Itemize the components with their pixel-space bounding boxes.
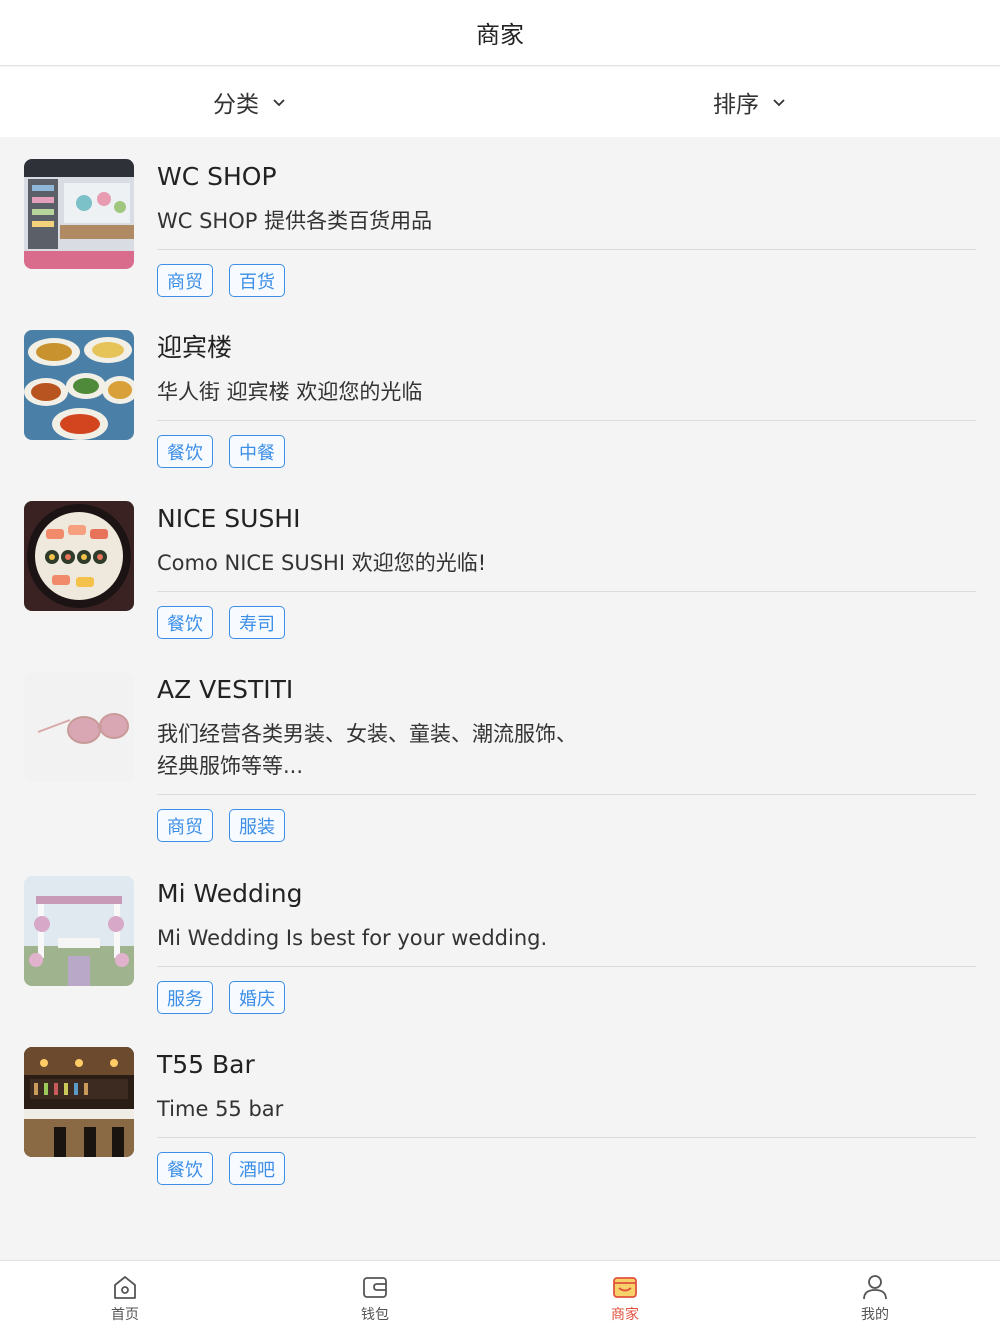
tab-home-label: 首页 — [111, 1306, 139, 1323]
chevron-down-icon — [773, 99, 785, 107]
merchant-thumbnail — [24, 672, 134, 782]
merchant-thumbnail — [24, 330, 134, 440]
divider — [157, 794, 976, 795]
bar-interior-icon — [24, 1047, 134, 1157]
merchant-item[interactable]: WC SHOP WC SHOP 提供各类百货用品 商贸 百货 — [0, 137, 1000, 308]
tag-badge: 酒吧 — [229, 1152, 285, 1185]
merchant-item[interactable]: AZ VESTITI 我们经营各类男装、女装、童装、潮流服饰、经典服饰等等...… — [0, 650, 1000, 854]
tab-profile-label: 我的 — [861, 1306, 889, 1323]
merchant-item[interactable]: Mi Wedding Mi Wedding Is best for your w… — [0, 854, 1000, 1025]
tag-badge: 寿司 — [229, 606, 285, 639]
tag-badge: 商贸 — [157, 264, 213, 297]
sunglasses-icon — [24, 672, 134, 782]
tag-badge: 餐饮 — [157, 1152, 213, 1185]
divider — [157, 1137, 976, 1138]
chinese-dishes-icon — [24, 330, 134, 440]
merchant-info: WC SHOP WC SHOP 提供各类百货用品 商贸 百货 — [157, 159, 976, 297]
merchant-info: 迎宾楼 华人街 迎宾楼 欢迎您的光临 餐饮 中餐 — [157, 330, 976, 468]
home-icon — [114, 1275, 136, 1299]
bottom-tab-bar: 首页 钱包 商家 我的 — [0, 1260, 1000, 1334]
merchant-name: NICE SUSHI — [157, 504, 301, 533]
shop-shelves-icon — [24, 159, 134, 269]
chevron-down-icon — [273, 99, 285, 107]
tag-list: 服务 婚庆 — [157, 981, 976, 1014]
merchant-item[interactable]: NICE SUSHI Como NICE SUSHI 欢迎您的光临! 餐饮 寿司 — [0, 479, 1000, 650]
category-filter-label: 分类 — [213, 92, 259, 118]
merchant-info: AZ VESTITI 我们经营各类男装、女装、童装、潮流服饰、经典服饰等等...… — [157, 672, 976, 842]
merchant-name: WC SHOP — [157, 162, 277, 191]
merchant-name: AZ VESTITI — [157, 675, 294, 704]
wallet-icon — [363, 1276, 387, 1298]
merchant-thumbnail — [24, 501, 134, 611]
page-title: 商家 — [476, 21, 524, 49]
merchant-list: WC SHOP WC SHOP 提供各类百货用品 商贸 百货 迎宾楼 华人街 迎… — [0, 137, 1000, 1196]
tag-badge: 商贸 — [157, 809, 213, 842]
merchant-info: Mi Wedding Mi Wedding Is best for your w… — [157, 876, 976, 1014]
tag-list: 餐饮 寿司 — [157, 606, 976, 639]
merchant-description: WC SHOP 提供各类百货用品 — [157, 209, 433, 233]
tag-list: 餐饮 中餐 — [157, 435, 976, 468]
tab-profile[interactable]: 我的 — [750, 1261, 1000, 1334]
merchant-description: Time 55 bar — [157, 1097, 284, 1121]
store-icon — [613, 1276, 637, 1298]
merchant-info: T55 Bar Time 55 bar 餐饮 酒吧 — [157, 1047, 976, 1185]
tag-list: 商贸 百货 — [157, 264, 976, 297]
merchant-thumbnail — [24, 1047, 134, 1157]
tag-badge: 服务 — [157, 981, 213, 1014]
tag-badge: 百货 — [229, 264, 285, 297]
merchant-thumbnail — [24, 876, 134, 986]
tab-store[interactable]: 商家 — [500, 1261, 750, 1334]
merchant-item[interactable]: T55 Bar Time 55 bar 餐饮 酒吧 — [0, 1025, 1000, 1196]
divider — [157, 420, 976, 421]
merchant-description: Mi Wedding Is best for your wedding. — [157, 926, 548, 950]
tag-badge: 餐饮 — [157, 435, 213, 468]
tag-badge: 婚庆 — [229, 981, 285, 1014]
tag-list: 餐饮 酒吧 — [157, 1152, 976, 1185]
tab-wallet-label: 钱包 — [361, 1306, 389, 1323]
category-filter-button[interactable]: 分类 — [0, 67, 500, 137]
merchant-name: T55 Bar — [157, 1050, 255, 1079]
sort-filter-button[interactable]: 排序 — [500, 67, 1000, 137]
sushi-platter-icon — [24, 501, 134, 611]
tag-badge: 中餐 — [229, 435, 285, 468]
user-icon — [863, 1274, 887, 1299]
tab-store-label: 商家 — [611, 1306, 639, 1323]
merchant-thumbnail — [24, 159, 134, 269]
top-header: 商家 — [0, 0, 1000, 66]
filter-bar: 分类 排序 — [0, 67, 1000, 137]
divider — [157, 249, 976, 250]
merchant-item[interactable]: 迎宾楼 华人街 迎宾楼 欢迎您的光临 餐饮 中餐 — [0, 308, 1000, 479]
tag-list: 商贸 服装 — [157, 809, 976, 842]
merchant-name: 迎宾楼 — [157, 333, 233, 362]
merchant-name: Mi Wedding — [157, 879, 303, 908]
tab-wallet[interactable]: 钱包 — [250, 1261, 500, 1334]
tab-home[interactable]: 首页 — [0, 1261, 250, 1334]
divider — [157, 591, 976, 592]
wedding-arch-icon — [24, 876, 134, 986]
sort-filter-label: 排序 — [713, 92, 759, 118]
tag-badge: 服装 — [229, 809, 285, 842]
merchant-description: Como NICE SUSHI 欢迎您的光临! — [157, 551, 487, 575]
merchant-description: 我们经营各类男装、女装、童装、潮流服饰、经典服饰等等... — [157, 722, 577, 778]
divider — [157, 966, 976, 967]
merchant-info: NICE SUSHI Como NICE SUSHI 欢迎您的光临! 餐饮 寿司 — [157, 501, 976, 639]
tag-badge: 餐饮 — [157, 606, 213, 639]
merchant-description: 华人街 迎宾楼 欢迎您的光临 — [157, 380, 423, 404]
